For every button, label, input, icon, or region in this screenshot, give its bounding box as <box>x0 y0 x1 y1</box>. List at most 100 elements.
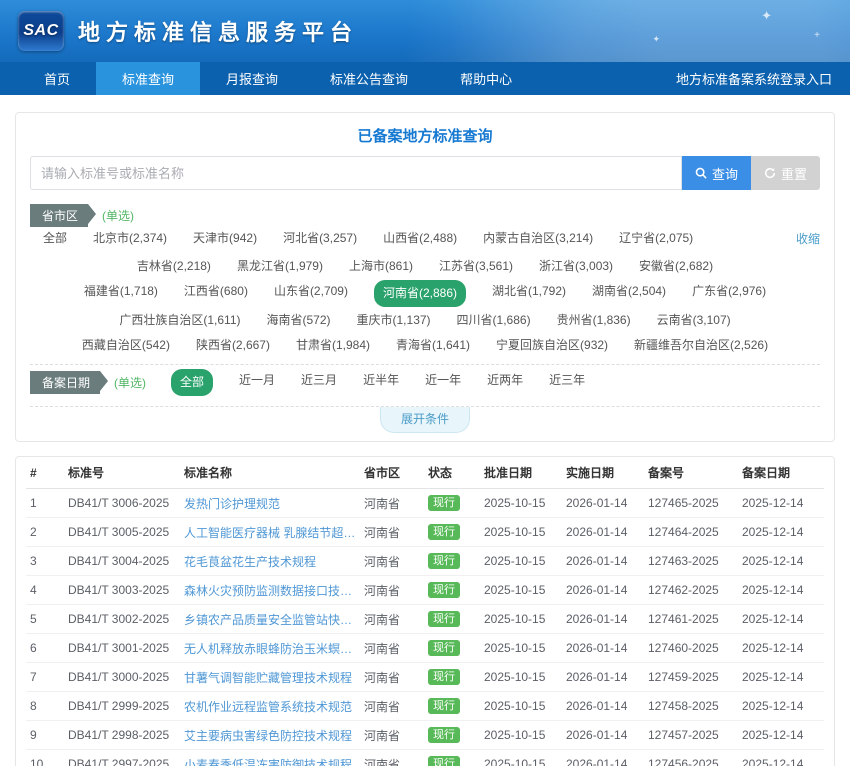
province-cell: 河南省 <box>364 698 424 715</box>
province-option[interactable]: 山东省(2,709) <box>274 280 348 307</box>
collapse-link[interactable]: 收缩 <box>796 230 820 247</box>
province-option[interactable]: 青海省(1,641) <box>396 334 470 357</box>
province-option[interactable]: 吉林省(2,218) <box>137 255 211 278</box>
province-option[interactable]: 广西壮族自治区(1,611) <box>119 309 240 332</box>
row-number: 3 <box>30 554 64 568</box>
nav-item-5[interactable]: 帮助中心 <box>434 62 538 95</box>
province-option[interactable]: 贵州省(1,836) <box>557 309 631 332</box>
standard-number: DB41/T 3006-2025 <box>68 496 180 510</box>
standard-number: DB41/T 3005-2025 <box>68 525 180 539</box>
province-option[interactable]: 天津市(942) <box>193 227 257 250</box>
row-number: 5 <box>30 612 64 626</box>
province-option[interactable]: 河北省(3,257) <box>283 227 357 250</box>
standard-name-link[interactable]: 人工智能医疗器械 乳腺结节超声图像数据标注规范 <box>184 524 360 541</box>
nav-item-2[interactable]: 标准查询 <box>96 62 200 95</box>
column-header: 标准名称 <box>184 464 360 481</box>
province-cell: 河南省 <box>364 640 424 657</box>
province-option[interactable]: 新疆维吾尔自治区(2,526) <box>634 334 768 357</box>
column-header: 状态 <box>428 464 480 481</box>
nav-item-4[interactable]: 标准公告查询 <box>304 62 434 95</box>
approve-date-cell: 2025-10-15 <box>484 554 562 568</box>
status-badge: 现行 <box>428 553 460 569</box>
column-header: 备案日期 <box>742 464 820 481</box>
search-row: 查询 重置 <box>30 156 820 190</box>
province-option[interactable]: 上海市(861) <box>349 255 413 278</box>
standard-name-link[interactable]: 花毛茛盆花生产技术规程 <box>184 553 360 570</box>
province-cell: 河南省 <box>364 669 424 686</box>
nav-spacer <box>538 62 676 95</box>
row-number: 2 <box>30 525 64 539</box>
province-option[interactable]: 北京市(2,374) <box>93 227 167 250</box>
province-option[interactable]: 福建省(1,718) <box>84 280 158 307</box>
province-option[interactable]: 内蒙古自治区(3,214) <box>483 227 593 250</box>
record-number-cell: 127456-2025 <box>648 757 738 766</box>
province-option[interactable]: 黑龙江省(1,979) <box>237 255 323 278</box>
province-option[interactable]: 山西省(2,488) <box>383 227 457 250</box>
section-title: 已备案地方标准查询 <box>30 121 820 156</box>
province-filter-row: 省市区 (单选) 全部北京市(2,374)天津市(942)河北省(3,257)山… <box>30 200 820 254</box>
sac-logo-text: SAC <box>23 22 58 40</box>
province-option[interactable]: 重庆市(1,137) <box>357 309 431 332</box>
login-entry-link[interactable]: 地方标准备案系统登录入口 <box>676 62 832 95</box>
province-option[interactable]: 湖南省(2,504) <box>592 280 666 307</box>
nav-item-3[interactable]: 月报查询 <box>200 62 304 95</box>
nav-item-1[interactable]: 首页 <box>18 62 96 95</box>
province-option[interactable]: 江西省(680) <box>184 280 248 307</box>
standard-name-link[interactable]: 无人机释放赤眼蜂防治玉米螟技术规程 <box>184 640 360 657</box>
record-number-cell: 127463-2025 <box>648 554 738 568</box>
status-cell: 现行 <box>428 727 480 743</box>
expand-conditions-button[interactable]: 展开条件 <box>380 407 470 433</box>
province-cell: 河南省 <box>364 582 424 599</box>
date-option[interactable]: 近三月 <box>301 369 337 396</box>
date-option[interactable]: 近半年 <box>363 369 399 396</box>
status-badge: 现行 <box>428 640 460 656</box>
site-title: 地方标准信息服务平台 <box>78 15 358 47</box>
province-option[interactable]: 广东省(2,976) <box>692 280 766 307</box>
province-option[interactable]: 云南省(3,107) <box>657 309 731 332</box>
province-option[interactable]: 四川省(1,686) <box>457 309 531 332</box>
impl-date-cell: 2026-01-14 <box>566 699 644 713</box>
table-row: 1DB41/T 3006-2025发热门诊护理规范河南省现行2025-10-15… <box>26 489 824 518</box>
date-option[interactable]: 近三年 <box>549 369 585 396</box>
province-option[interactable]: 甘肃省(1,984) <box>296 334 370 357</box>
standard-name-link[interactable]: 农机作业远程监管系统技术规范 <box>184 698 360 715</box>
date-option[interactable]: 近一年 <box>425 369 461 396</box>
province-cell: 河南省 <box>364 553 424 570</box>
record-date-cell: 2025-12-14 <box>742 496 820 510</box>
date-option[interactable]: 全部 <box>171 369 213 396</box>
province-option[interactable]: 海南省(572) <box>267 309 331 332</box>
standard-name-link[interactable]: 小麦春季低温冻害防御技术规程 <box>184 756 360 766</box>
record-number-cell: 127464-2025 <box>648 525 738 539</box>
standard-name-link[interactable]: 甘薯气调智能贮藏管理技术规程 <box>184 669 360 686</box>
province-option[interactable]: 全部 <box>43 227 67 250</box>
standard-name-link[interactable]: 森林火灾预防监测数据接口技术要求 <box>184 582 360 599</box>
approve-date-cell: 2025-10-15 <box>484 583 562 597</box>
province-option[interactable]: 湖北省(1,792) <box>492 280 566 307</box>
province-cell: 河南省 <box>364 524 424 541</box>
status-badge: 现行 <box>428 582 460 598</box>
standard-name-link[interactable]: 乡镇农产品质量安全监管站快速检测质量控制规范 <box>184 611 360 628</box>
standard-name-link[interactable]: 发热门诊护理规范 <box>184 495 360 512</box>
status-badge: 现行 <box>428 495 460 511</box>
expand-wrap: 展开条件 <box>30 407 820 441</box>
province-option[interactable]: 宁夏回族自治区(932) <box>496 334 608 357</box>
approve-date-cell: 2025-10-15 <box>484 612 562 626</box>
province-option[interactable]: 辽宁省(2,075) <box>619 227 693 250</box>
province-option[interactable]: 安徽省(2,682) <box>639 255 713 278</box>
province-option[interactable]: 江苏省(3,561) <box>439 255 513 278</box>
status-cell: 现行 <box>428 698 480 714</box>
province-option[interactable]: 浙江省(3,003) <box>539 255 613 278</box>
province-option[interactable]: 河南省(2,886) <box>374 280 466 307</box>
reset-button[interactable]: 重置 <box>751 156 820 190</box>
province-option[interactable]: 西藏自治区(542) <box>82 334 170 357</box>
province-option[interactable]: 陕西省(2,667) <box>196 334 270 357</box>
query-button[interactable]: 查询 <box>682 156 751 190</box>
date-option[interactable]: 近两年 <box>487 369 523 396</box>
date-option[interactable]: 近一月 <box>239 369 275 396</box>
search-input[interactable] <box>30 156 682 190</box>
standard-name-link[interactable]: 艾主要病虫害绿色防控技术规程 <box>184 727 360 744</box>
record-date-cell: 2025-12-14 <box>742 554 820 568</box>
record-date-cell: 2025-12-14 <box>742 728 820 742</box>
status-cell: 现行 <box>428 495 480 511</box>
record-number-cell: 127465-2025 <box>648 496 738 510</box>
